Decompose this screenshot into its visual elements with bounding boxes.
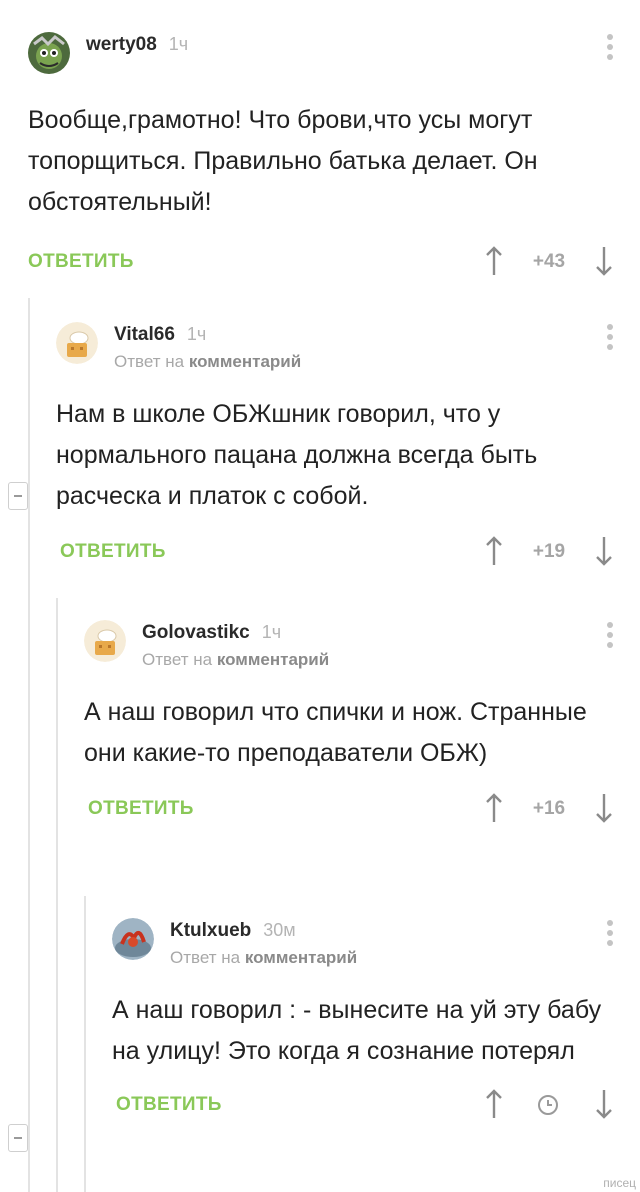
score: +43 xyxy=(532,251,566,272)
more-options-icon[interactable] xyxy=(606,34,614,62)
downvote-icon[interactable] xyxy=(594,245,614,277)
reply-to-link[interactable]: Ответ на комментарий xyxy=(170,948,357,968)
reply-button[interactable]: ОТВЕТИТЬ xyxy=(28,251,134,273)
more-options-icon[interactable] xyxy=(606,920,614,948)
timestamp: 30м xyxy=(263,920,296,940)
thread-line-level-1 xyxy=(28,298,30,1192)
score: +19 xyxy=(532,541,566,562)
upvote-icon[interactable] xyxy=(484,792,504,824)
comment-text: А наш говорил : - вынесите на уй эту баб… xyxy=(112,996,602,1065)
comment-header: Vital66 1ч Ответ на комментарий xyxy=(56,322,640,372)
watermark: писец xyxy=(603,1176,636,1190)
comment-footer: ОТВЕТИТЬ xyxy=(112,1088,640,1122)
thread-line-level-3 xyxy=(84,896,86,1192)
avatar[interactable] xyxy=(112,918,154,960)
username[interactable]: Golovastikc 1ч xyxy=(142,622,281,644)
timestamp: 1ч xyxy=(168,34,189,54)
comment: Vital66 1ч Ответ на комментарий Нам в шко… xyxy=(56,322,640,569)
collapse-thread-button[interactable] xyxy=(8,482,28,510)
username[interactable]: Vital66 1ч xyxy=(114,324,206,346)
thread-line-level-2 xyxy=(56,598,58,1192)
downvote-icon[interactable] xyxy=(594,535,614,567)
comment-header: werty08 1ч xyxy=(28,32,640,82)
clock-icon xyxy=(538,1095,558,1115)
vote-controls: +19 xyxy=(484,535,614,569)
collapse-thread-button[interactable] xyxy=(8,1124,28,1152)
reply-to-link[interactable]: Ответ на комментарий xyxy=(142,650,329,670)
comment-header: Ktulxueb 30м Ответ на комментарий xyxy=(112,918,640,968)
comment: werty08 1ч Вообще,грамотно! Что брови,что… xyxy=(28,32,640,279)
downvote-icon[interactable] xyxy=(594,1088,614,1120)
reply-to-link[interactable]: Ответ на комментарий xyxy=(114,352,301,372)
timestamp: 1ч xyxy=(186,324,207,344)
avatar[interactable] xyxy=(56,322,98,364)
vote-controls: +16 xyxy=(484,792,614,826)
comment-footer: ОТВЕТИТЬ +19 xyxy=(56,535,640,569)
timestamp: 1ч xyxy=(261,622,282,642)
score: +16 xyxy=(532,798,566,819)
comment-header: Golovastikc 1ч Ответ на комментарий xyxy=(84,620,640,670)
upvote-icon[interactable] xyxy=(484,245,504,277)
reply-button[interactable]: ОТВЕТИТЬ xyxy=(60,541,166,563)
comment-text: А наш говорил что спички и нож. Странные… xyxy=(84,698,587,767)
avatar[interactable] xyxy=(28,32,70,74)
vote-controls xyxy=(484,1088,614,1122)
username[interactable]: werty08 1ч xyxy=(86,34,188,56)
comment-footer: ОТВЕТИТЬ +43 xyxy=(28,245,640,279)
avatar[interactable] xyxy=(84,620,126,662)
comment-text: Нам в школе ОБЖшник говорил, что у норма… xyxy=(56,400,538,510)
comment: Ktulxueb 30м Ответ на комментарий А наш г… xyxy=(112,918,640,1122)
vote-controls: +43 xyxy=(484,245,614,279)
username[interactable]: Ktulxueb 30м xyxy=(170,920,296,942)
comment-footer: ОТВЕТИТЬ +16 xyxy=(84,792,640,826)
downvote-icon[interactable] xyxy=(594,792,614,824)
comment: Golovastikc 1ч Ответ на комментарий А наш… xyxy=(84,620,640,826)
reply-button[interactable]: ОТВЕТИТЬ xyxy=(88,798,194,820)
upvote-icon[interactable] xyxy=(484,535,504,567)
more-options-icon[interactable] xyxy=(606,324,614,352)
reply-button[interactable]: ОТВЕТИТЬ xyxy=(116,1094,222,1116)
more-options-icon[interactable] xyxy=(606,622,614,650)
comment-text: Вообще,грамотно! Что брови,что усы могут… xyxy=(28,106,538,216)
upvote-icon[interactable] xyxy=(484,1088,504,1120)
